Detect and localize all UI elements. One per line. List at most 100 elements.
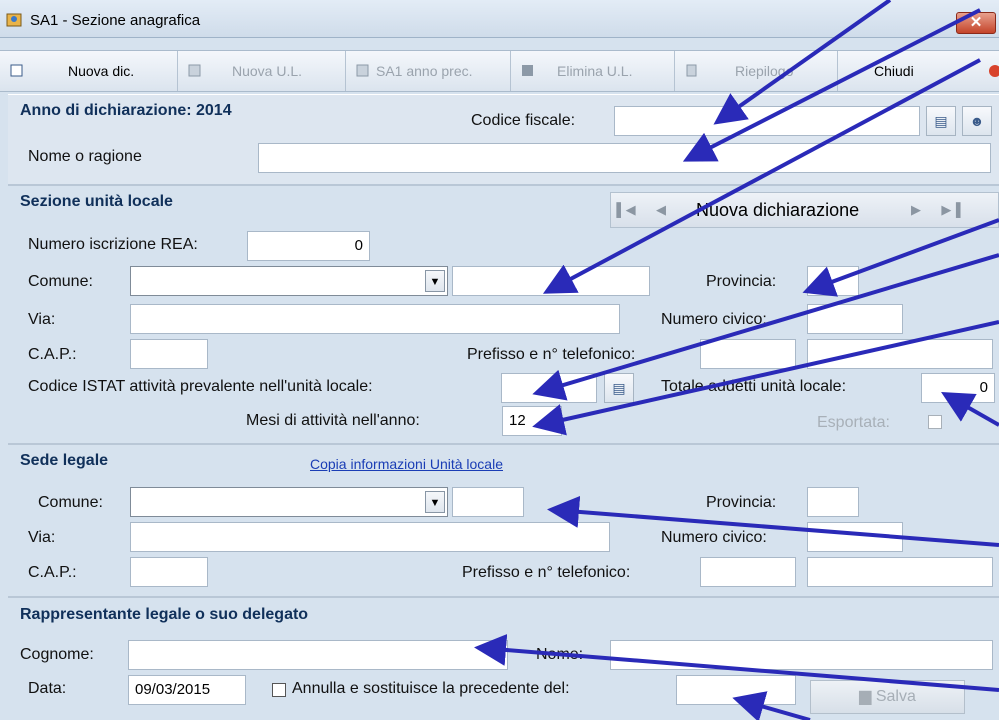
legal-phone-prefix-input[interactable] [700, 557, 796, 587]
local-phone-number-input[interactable] [807, 339, 993, 369]
months-label: Mesi di attività nell'anno: [246, 412, 420, 429]
window-titlebar: SA1 - Sezione anagrafica ✕ [0, 0, 999, 38]
next-record-icon[interactable]: ▶ [901, 193, 931, 227]
months-input[interactable]: 12 [502, 406, 562, 436]
local-unit-title: Sezione unità locale [20, 193, 173, 210]
window-title: SA1 - Sezione anagrafica [30, 12, 201, 29]
rep-name-input[interactable] [610, 640, 993, 670]
new-document-icon [10, 64, 23, 77]
app-icon [6, 13, 22, 27]
legal-via-input[interactable] [130, 522, 610, 552]
legal-comune-select[interactable]: ▼ [130, 487, 448, 517]
local-via-label: Via: [28, 311, 56, 328]
record-navigator-label: Nuova dichiarazione [696, 200, 860, 220]
istat-lookup-button[interactable]: ▤ [604, 373, 634, 403]
local-comune-label: Comune: [28, 273, 93, 290]
person-icon: ☻ [969, 113, 985, 129]
last-record-icon[interactable]: ▶▐ [936, 193, 966, 227]
delete-icon [522, 65, 533, 76]
close-button[interactable]: Chiudi [838, 51, 999, 91]
tax-code-lookup-button[interactable]: ▤ [926, 106, 956, 136]
replace-previous-date-input[interactable] [676, 675, 796, 705]
name-label: Nome o ragione [28, 148, 142, 165]
employees-label: Totale addetti unità locale: [661, 378, 847, 395]
first-record-icon[interactable]: ▌◀ [611, 193, 641, 227]
exported-label: Esportata: [817, 414, 890, 431]
exported-checkbox[interactable] [928, 415, 942, 429]
name-input[interactable] [258, 143, 991, 173]
legal-provincia-input[interactable] [807, 487, 859, 517]
local-provincia-label: Provincia: [706, 273, 777, 290]
local-phone-label: Prefisso e n° telefonico: [467, 346, 636, 363]
window-close-button[interactable]: ✕ [956, 12, 996, 34]
replace-previous-label: Annulla e sostituisce la precedente del: [292, 680, 570, 697]
record-navigator: ▌◀ ◀ Nuova dichiarazione ▶ ▶▐ [610, 192, 999, 228]
legal-phone-label: Prefisso e n° telefonico: [462, 564, 631, 581]
local-civico-input[interactable] [807, 304, 903, 334]
copy-local-unit-link[interactable]: Copia informazioni Unità locale [310, 456, 503, 472]
new-declaration-label: Nuova dic. [68, 63, 135, 79]
summary-icon [686, 64, 697, 77]
sa1-previous-year-label: SA1 anno prec. [376, 63, 473, 79]
legal-comune-label: Comune: [38, 494, 103, 511]
declaration-year-title: Anno di dichiarazione: 2014 [20, 102, 232, 119]
legal-civico-input[interactable] [807, 522, 903, 552]
legal-seat-title: Sede legale [20, 452, 109, 469]
tax-code-label: Codice fiscale: [471, 112, 576, 129]
list-icon: ▤ [612, 380, 626, 396]
local-cap-label: C.A.P.: [28, 346, 77, 363]
local-provincia-input[interactable] [807, 266, 859, 296]
local-comune-extra-field[interactable] [452, 266, 650, 296]
close-label: Chiudi [874, 63, 914, 79]
person-search-button[interactable]: ☻ [962, 106, 992, 136]
floppy-icon: ▆ [859, 688, 872, 705]
replace-previous-checkbox[interactable] [272, 683, 286, 697]
calendar-icon [356, 64, 369, 77]
new-local-unit-button[interactable]: Nuova U.L. [178, 51, 346, 91]
rea-label: Numero iscrizione REA: [28, 236, 198, 253]
representative-title: Rappresentante legale o suo delegato [20, 606, 309, 623]
legal-cap-input[interactable] [130, 557, 208, 587]
employees-input[interactable]: 0 [921, 373, 995, 403]
local-phone-prefix-input[interactable] [700, 339, 796, 369]
local-comune-select[interactable]: ▼ [130, 266, 448, 296]
new-declaration-button[interactable]: Nuova dic. [0, 51, 178, 91]
tax-code-input[interactable] [614, 106, 920, 136]
save-label: Salva [875, 688, 916, 705]
local-via-input[interactable] [130, 304, 620, 334]
rea-input[interactable]: 0 [247, 231, 370, 261]
chevron-down-icon: ▼ [425, 270, 445, 292]
delete-local-unit-label: Elimina U.L. [557, 63, 633, 79]
close-circle-icon [989, 65, 999, 77]
rep-name-label: Nome: [536, 646, 584, 663]
list-icon: ▤ [934, 113, 948, 129]
previous-record-icon[interactable]: ◀ [646, 193, 676, 227]
summary-button[interactable]: Riepilogo [675, 51, 838, 91]
divider [8, 596, 999, 598]
chevron-down-icon: ▼ [425, 491, 445, 513]
annotation-arrow [547, 495, 999, 547]
date-label: Data: [28, 680, 67, 697]
local-cap-input[interactable] [130, 339, 208, 369]
istat-input[interactable] [501, 373, 597, 403]
save-button[interactable]: ▆ Salva [810, 680, 965, 714]
surname-input[interactable] [128, 640, 508, 670]
add-unit-icon [188, 64, 201, 77]
divider [8, 184, 999, 186]
toolbar: Nuova dic. Nuova U.L. SA1 anno prec. Eli… [0, 50, 999, 92]
istat-label: Codice ISTAT attività prevalente nell'un… [28, 378, 373, 395]
legal-civico-label: Numero civico: [661, 529, 767, 546]
summary-label: Riepilogo [735, 63, 794, 79]
legal-provincia-label: Provincia: [706, 494, 777, 511]
date-input[interactable]: 09/03/2015 [128, 675, 246, 705]
sa1-previous-year-button[interactable]: SA1 anno prec. [346, 51, 511, 91]
delete-local-unit-button[interactable]: Elimina U.L. [511, 51, 675, 91]
legal-cap-label: C.A.P.: [28, 564, 77, 581]
local-civico-label: Numero civico: [661, 311, 767, 328]
new-local-unit-label: Nuova U.L. [232, 63, 303, 79]
divider [8, 443, 999, 445]
legal-phone-number-input[interactable] [807, 557, 993, 587]
legal-via-label: Via: [28, 529, 56, 546]
legal-comune-extra-field[interactable] [452, 487, 524, 517]
surname-label: Cognome: [20, 646, 94, 663]
